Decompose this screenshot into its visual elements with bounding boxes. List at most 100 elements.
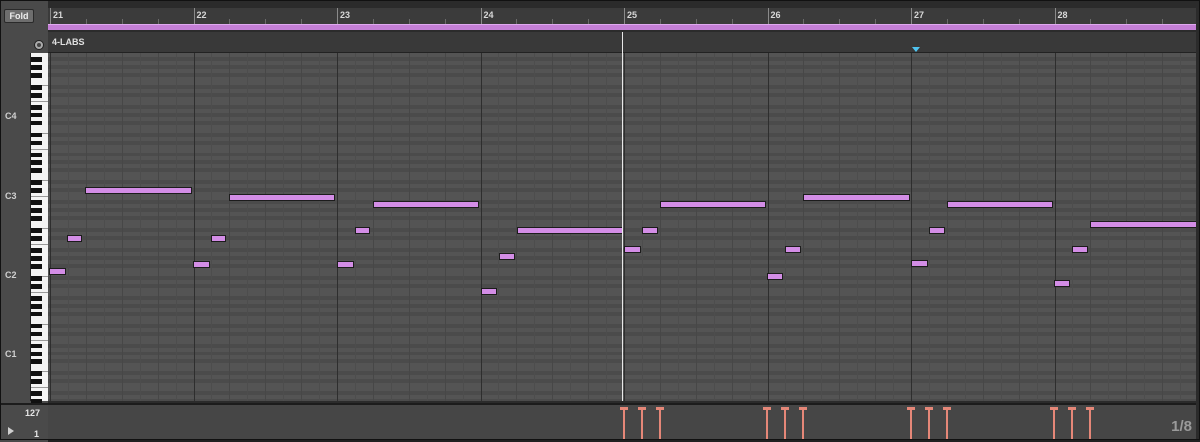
- velocity-stem[interactable]: [1071, 408, 1073, 440]
- black-key[interactable]: [31, 391, 42, 397]
- midi-note[interactable]: [803, 194, 910, 201]
- black-key[interactable]: [31, 263, 42, 269]
- play-icon[interactable]: [8, 427, 14, 435]
- midi-note[interactable]: [499, 253, 515, 260]
- beat-line: [121, 53, 123, 401]
- black-key[interactable]: [31, 112, 42, 118]
- black-key[interactable]: [31, 295, 42, 301]
- velocity-stem[interactable]: [1053, 408, 1055, 440]
- velocity-handle[interactable]: [1068, 407, 1076, 410]
- midi-note[interactable]: [481, 288, 497, 295]
- black-key[interactable]: [31, 216, 42, 221]
- black-key[interactable]: [31, 236, 42, 241]
- black-key[interactable]: [31, 351, 42, 357]
- midi-note[interactable]: [67, 235, 82, 242]
- midi-note[interactable]: [660, 201, 766, 208]
- velocity-stem[interactable]: [766, 408, 768, 440]
- beat-line: [839, 53, 841, 401]
- velocity-handle[interactable]: [1050, 407, 1058, 410]
- midi-note[interactable]: [373, 201, 479, 208]
- black-key[interactable]: [31, 311, 42, 317]
- black-key[interactable]: [31, 248, 42, 253]
- black-key[interactable]: [31, 72, 42, 78]
- black-key[interactable]: [31, 228, 42, 233]
- fold-button[interactable]: Fold: [4, 9, 34, 23]
- black-key[interactable]: [31, 84, 42, 90]
- beat-line: [265, 53, 267, 401]
- midi-note[interactable]: [1054, 280, 1070, 287]
- black-key[interactable]: [31, 132, 42, 138]
- velocity-handle[interactable]: [943, 407, 951, 410]
- velocity-stem[interactable]: [784, 408, 786, 440]
- piano-keyboard[interactable]: [30, 53, 49, 405]
- velocity-handle[interactable]: [907, 407, 915, 410]
- velocity-stem[interactable]: [1089, 408, 1091, 440]
- midi-note[interactable]: [911, 260, 928, 267]
- midi-note[interactable]: [229, 194, 335, 201]
- bar-tick: [767, 8, 769, 24]
- loop-brace[interactable]: [48, 24, 1196, 30]
- velocity-stem[interactable]: [910, 408, 912, 440]
- beat-line: [175, 53, 177, 401]
- velocity-stem[interactable]: [946, 408, 948, 440]
- midi-note[interactable]: [193, 261, 210, 268]
- midi-note[interactable]: [767, 273, 783, 280]
- midi-note[interactable]: [355, 227, 370, 234]
- velocity-handle[interactable]: [799, 407, 807, 410]
- beat-line: [713, 53, 715, 401]
- black-key[interactable]: [31, 140, 42, 146]
- velocity-stem[interactable]: [659, 408, 661, 440]
- black-key[interactable]: [31, 200, 42, 206]
- black-key[interactable]: [31, 275, 42, 281]
- midi-note[interactable]: [624, 246, 641, 253]
- midi-note[interactable]: [929, 227, 945, 234]
- black-key[interactable]: [31, 379, 42, 385]
- black-key[interactable]: [31, 64, 42, 70]
- black-key[interactable]: [31, 255, 42, 261]
- midi-note[interactable]: [947, 201, 1053, 208]
- velocity-handle[interactable]: [620, 407, 628, 410]
- velocity-stem[interactable]: [641, 408, 643, 440]
- black-key[interactable]: [31, 160, 42, 166]
- velocity-handle[interactable]: [925, 407, 933, 410]
- circle-icon[interactable]: [34, 40, 44, 50]
- velocity-stem[interactable]: [928, 408, 930, 440]
- black-key[interactable]: [31, 120, 42, 126]
- velocity-stem[interactable]: [623, 408, 625, 440]
- midi-note[interactable]: [211, 235, 226, 242]
- black-key[interactable]: [31, 323, 42, 329]
- black-key[interactable]: [31, 303, 42, 309]
- velocity-handle[interactable]: [638, 407, 646, 410]
- triangle-down-icon[interactable]: [912, 47, 920, 52]
- black-key[interactable]: [31, 283, 42, 289]
- midi-note[interactable]: [85, 187, 192, 194]
- black-key[interactable]: [31, 168, 42, 174]
- velocity-lane[interactable]: [48, 403, 1196, 440]
- black-key[interactable]: [31, 371, 42, 377]
- black-key[interactable]: [31, 56, 42, 62]
- black-key[interactable]: [31, 180, 42, 186]
- black-key[interactable]: [31, 208, 42, 213]
- grid-resolution-label[interactable]: 1/8: [1171, 418, 1192, 435]
- midi-note[interactable]: [517, 227, 623, 234]
- velocity-handle[interactable]: [763, 407, 771, 410]
- beat-line: [444, 53, 446, 401]
- midi-note[interactable]: [337, 261, 354, 268]
- midi-note[interactable]: [1090, 221, 1196, 228]
- black-key[interactable]: [31, 343, 42, 349]
- black-key[interactable]: [31, 188, 42, 194]
- black-key[interactable]: [31, 331, 42, 337]
- black-key[interactable]: [31, 359, 42, 365]
- velocity-handle[interactable]: [656, 407, 664, 410]
- bar-ruler[interactable]: 21 22 23 24 25 26 27 28: [48, 8, 1196, 24]
- velocity-handle[interactable]: [781, 407, 789, 410]
- midi-note[interactable]: [785, 246, 801, 253]
- midi-note[interactable]: [642, 227, 658, 234]
- midi-note[interactable]: [1072, 246, 1088, 253]
- black-key[interactable]: [31, 104, 42, 110]
- velocity-handle[interactable]: [1086, 407, 1094, 410]
- black-key[interactable]: [31, 92, 42, 98]
- black-key[interactable]: [31, 152, 42, 158]
- midi-note[interactable]: [49, 268, 66, 275]
- velocity-stem[interactable]: [802, 408, 804, 440]
